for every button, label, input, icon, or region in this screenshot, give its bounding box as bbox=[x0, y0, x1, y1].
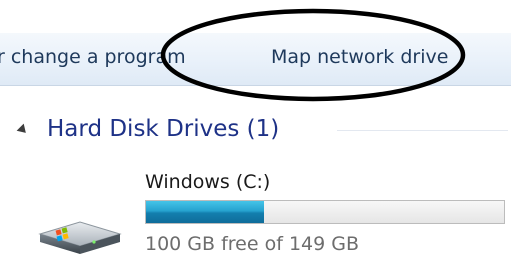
drive-name: Windows (C:) bbox=[145, 171, 271, 193]
collapse-arrow-icon[interactable] bbox=[16, 123, 30, 137]
drive-free-space: 100 GB free of 149 GB bbox=[145, 233, 360, 255]
hard-drive-icon bbox=[38, 221, 122, 254]
command-bar: r change a program Map network drive bbox=[0, 33, 511, 86]
disk-usage-bar bbox=[145, 200, 505, 224]
group-title: Hard Disk Drives (1) bbox=[47, 116, 280, 142]
map-network-drive-button[interactable]: Map network drive bbox=[271, 46, 448, 68]
disk-usage-fill bbox=[146, 201, 265, 223]
hard-disk-drives-group-header[interactable]: Hard Disk Drives (1) bbox=[16, 116, 508, 146]
change-program-button[interactable]: r change a program bbox=[0, 46, 186, 68]
group-divider bbox=[337, 130, 508, 131]
